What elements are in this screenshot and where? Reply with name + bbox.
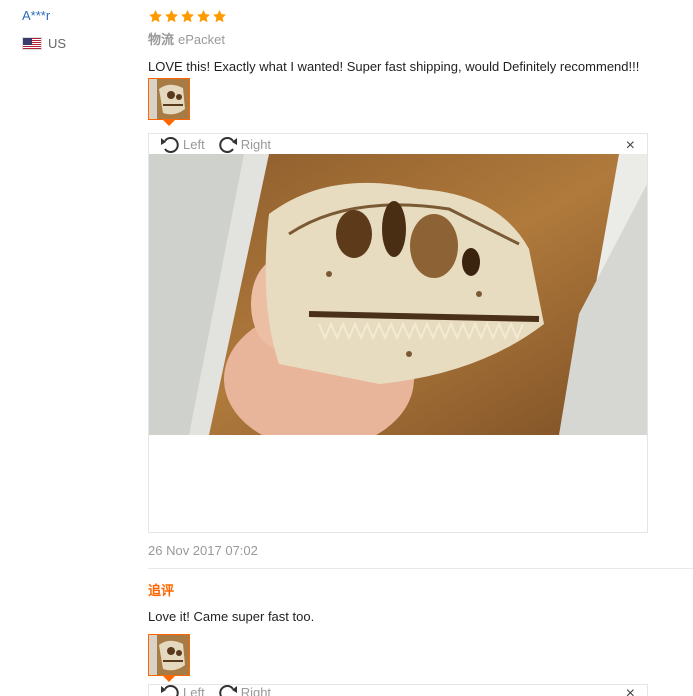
star-icon [213, 9, 226, 23]
rotate-right-label: Right [240, 136, 272, 152]
rotate-left-icon [161, 137, 179, 153]
rotate-left-label: Left [183, 684, 205, 696]
thumbnail-pointer [163, 120, 175, 126]
dinosaur-skull-photo [149, 154, 647, 435]
review-thumbnail[interactable] [148, 78, 190, 126]
review-photo [149, 154, 647, 435]
viewer-toolbar: Left Right × [149, 682, 647, 696]
viewer-toolbar: Left Right × [149, 134, 647, 154]
review-text: LOVE this! Exactly what I wanted! Super … [148, 59, 640, 74]
us-flag-icon [22, 37, 42, 50]
followup-text: Love it! Came super fast too. [148, 609, 315, 624]
image-viewer: Left Right × [148, 133, 648, 533]
reviewer-info: A***r US [22, 8, 132, 51]
rotate-right-button[interactable]: Right [217, 134, 271, 154]
rotate-right-icon [219, 137, 237, 153]
reviewer-country: US [22, 36, 132, 51]
star-icon [165, 9, 178, 23]
divider [148, 568, 693, 569]
close-viewer-button[interactable]: × [626, 137, 635, 155]
rotate-left-label: Left [183, 136, 205, 152]
close-viewer-button[interactable]: × [626, 685, 635, 696]
thumbnail-image[interactable] [148, 634, 190, 676]
logistics-value: ePacket [178, 32, 225, 47]
review-body: 物流 ePacket LOVE this! Exactly what I want… [148, 9, 693, 126]
reviewer-name[interactable]: A***r [22, 8, 132, 24]
rotate-left-button[interactable]: Left [159, 682, 205, 696]
star-icon [149, 9, 162, 23]
followup-label: 追评 [148, 583, 175, 598]
rotate-left-icon [161, 685, 179, 696]
logistics-label: 物流 [148, 32, 175, 47]
star-rating [148, 9, 693, 25]
rotate-right-icon [219, 685, 237, 696]
logistics-info: 物流 ePacket [148, 33, 693, 47]
thumbnail-image[interactable] [148, 78, 190, 120]
rotate-right-button[interactable]: Right [217, 682, 271, 696]
country-code: US [48, 36, 67, 51]
followup-thumbnail[interactable] [148, 634, 190, 682]
review-date: 26 Nov 2017 07:02 [148, 543, 258, 558]
image-viewer-2: Left Right × [148, 684, 648, 696]
rotate-left-button[interactable]: Left [159, 134, 205, 154]
rotate-right-label: Right [240, 684, 272, 696]
star-icon [181, 9, 194, 23]
star-icon [197, 9, 210, 23]
